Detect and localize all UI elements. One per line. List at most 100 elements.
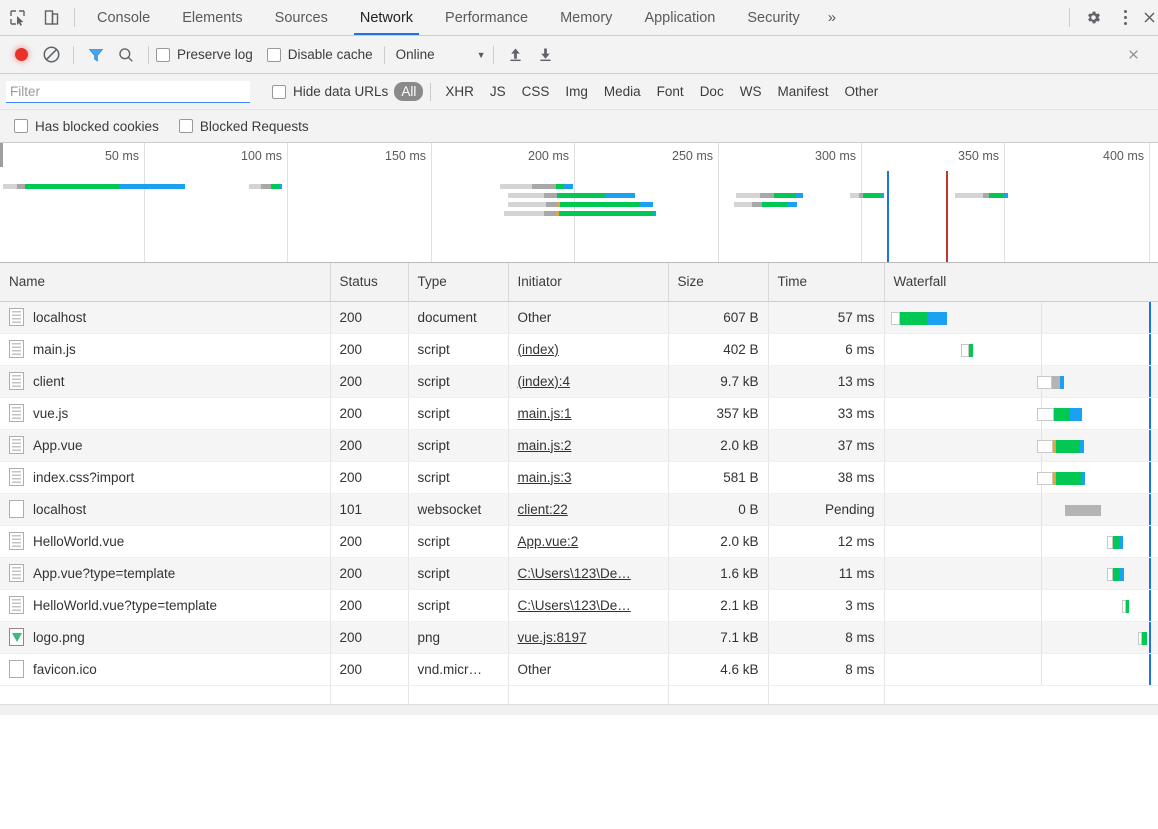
cell-name[interactable]: localhost xyxy=(0,493,331,526)
initiator-link[interactable]: client:22 xyxy=(518,502,568,517)
cell-name[interactable]: localhost xyxy=(0,301,331,334)
cell-waterfall[interactable] xyxy=(884,429,1158,462)
cell-initiator[interactable]: main.js:1 xyxy=(508,397,669,430)
preserve-log-checkbox[interactable]: Preserve log xyxy=(156,47,253,62)
cell-waterfall[interactable] xyxy=(884,525,1158,558)
table-row[interactable]: localhost 200 document Other 607 B 57 ms xyxy=(0,301,1158,334)
import-har-button[interactable] xyxy=(501,40,531,70)
tab-elements[interactable]: Elements xyxy=(166,0,258,35)
type-filter-css[interactable]: CSS xyxy=(515,82,557,101)
type-filter-media[interactable]: Media xyxy=(597,82,648,101)
tab-application[interactable]: Application xyxy=(628,0,731,35)
more-tabs-button[interactable]: » xyxy=(816,0,848,35)
hide-data-urls-checkbox[interactable]: Hide data URLs xyxy=(272,84,388,99)
blocked-requests-checkbox[interactable]: Blocked Requests xyxy=(178,119,309,134)
cell-name[interactable]: main.js xyxy=(0,333,331,366)
gear-icon[interactable] xyxy=(1076,0,1110,35)
column-header-waterfall[interactable]: Waterfall xyxy=(884,263,1158,302)
type-filter-img[interactable]: Img xyxy=(558,82,595,101)
tab-console[interactable]: Console xyxy=(81,0,166,35)
cell-name[interactable]: HelloWorld.vue xyxy=(0,525,331,558)
tab-performance[interactable]: Performance xyxy=(429,0,544,35)
cell-waterfall[interactable] xyxy=(884,397,1158,430)
search-button[interactable] xyxy=(111,40,141,70)
initiator-link[interactable]: App.vue:2 xyxy=(518,534,579,549)
device-toolbar-icon[interactable] xyxy=(34,0,68,35)
filter-funnel-button[interactable] xyxy=(81,40,111,70)
clear-button[interactable] xyxy=(36,40,66,70)
table-row[interactable]: localhost 101 websocket client:22 0 B Pending xyxy=(0,493,1158,526)
network-overview-timeline[interactable]: 50 ms 100 ms 150 ms 200 ms 250 ms 300 ms 350 m… xyxy=(0,143,1158,263)
has-blocked-cookies-checkbox[interactable]: Has blocked cookies xyxy=(14,119,159,134)
column-header-size[interactable]: Size xyxy=(668,263,769,302)
search-input[interactable] xyxy=(6,80,250,103)
cell-initiator[interactable]: main.js:2 xyxy=(508,429,669,462)
inspect-element-icon[interactable] xyxy=(0,0,34,35)
tab-network[interactable]: Network xyxy=(344,0,429,35)
table-row[interactable]: App.vue?type=template 200 script C:\Users\1… xyxy=(0,557,1158,590)
cell-initiator[interactable]: C:\Users\123\De… xyxy=(508,557,669,590)
cell-name[interactable]: App.vue?type=template xyxy=(0,557,331,590)
type-filter-manifest[interactable]: Manifest xyxy=(770,82,835,101)
cell-name[interactable]: App.vue xyxy=(0,429,331,462)
cell-name[interactable]: index.css?import xyxy=(0,461,331,494)
tab-memory[interactable]: Memory xyxy=(544,0,628,35)
column-header-time[interactable]: Time xyxy=(768,263,885,302)
initiator-link[interactable]: C:\Users\123\De… xyxy=(518,566,631,581)
cell-waterfall[interactable] xyxy=(884,589,1158,622)
table-row[interactable]: main.js 200 script (index) 402 B6 ms xyxy=(0,333,1158,366)
record-stop-button[interactable] xyxy=(6,40,36,70)
table-row[interactable]: HelloWorld.vue 200 script App.vue:2 2.0 kB 12… xyxy=(0,525,1158,558)
type-filter-other[interactable]: Other xyxy=(837,82,885,101)
type-filter-ws[interactable]: WS xyxy=(733,82,769,101)
initiator-link[interactable]: (index) xyxy=(518,342,559,357)
initiator-link[interactable]: (index):4 xyxy=(518,374,571,389)
horizontal-scrollbar[interactable] xyxy=(0,704,1158,715)
column-header-name[interactable]: Name xyxy=(0,263,331,302)
initiator-link[interactable]: main.js:3 xyxy=(518,470,572,485)
tab-security[interactable]: Security xyxy=(731,0,815,35)
kebab-menu-icon[interactable] xyxy=(1110,0,1140,35)
cell-name[interactable]: vue.js xyxy=(0,397,331,430)
column-header-initiator[interactable]: Initiator xyxy=(508,263,669,302)
table-row[interactable]: index.css?import 200 script main.js:3 581 B3… xyxy=(0,461,1158,494)
table-row[interactable]: favicon.ico 200 vnd.micr… Other 4.6 kB 8 ms xyxy=(0,653,1158,686)
type-filter-font[interactable]: Font xyxy=(650,82,691,101)
column-header-type[interactable]: Type xyxy=(408,263,509,302)
close-icon[interactable] xyxy=(1140,0,1158,35)
initiator-link[interactable]: main.js:2 xyxy=(518,438,572,453)
table-row[interactable]: App.vue 200 script main.js:2 2.0 kB 37 ms xyxy=(0,429,1158,462)
export-har-button[interactable] xyxy=(531,40,561,70)
cell-initiator[interactable]: C:\Users\123\De… xyxy=(508,589,669,622)
cell-waterfall[interactable] xyxy=(884,301,1158,334)
type-filter-all[interactable]: All xyxy=(394,82,424,101)
cell-name[interactable]: client xyxy=(0,365,331,398)
type-filter-doc[interactable]: Doc xyxy=(693,82,731,101)
initiator-link[interactable]: main.js:1 xyxy=(518,406,572,421)
cell-initiator[interactable]: vue.js:8197 xyxy=(508,621,669,654)
cell-initiator[interactable]: (index) xyxy=(508,333,669,366)
initiator-link[interactable]: C:\Users\123\De… xyxy=(518,598,631,613)
tab-sources[interactable]: Sources xyxy=(259,0,344,35)
type-filter-js[interactable]: JS xyxy=(483,82,513,101)
initiator-link[interactable]: vue.js:8197 xyxy=(518,630,587,645)
type-filter-xhr[interactable]: XHR xyxy=(438,82,481,101)
cell-waterfall[interactable] xyxy=(884,461,1158,494)
cell-waterfall[interactable] xyxy=(884,653,1158,686)
table-row[interactable]: logo.png 200 png vue.js:8197 7.1 kB 8 ms xyxy=(0,621,1158,654)
table-row[interactable]: HelloWorld.vue?type=template 200 script C:\… xyxy=(0,589,1158,622)
disable-cache-checkbox[interactable]: Disable cache xyxy=(266,47,373,62)
cell-initiator[interactable]: client:22 xyxy=(508,493,669,526)
table-row[interactable]: client 200 script (index):4 9.7 kB 13 ms xyxy=(0,365,1158,398)
throttling-select[interactable]: Online ▼ xyxy=(392,47,486,62)
toolbar-overflow-icon[interactable] xyxy=(1118,49,1152,60)
cell-waterfall[interactable] xyxy=(884,333,1158,366)
cell-name[interactable]: HelloWorld.vue?type=template xyxy=(0,589,331,622)
cell-initiator[interactable]: App.vue:2 xyxy=(508,525,669,558)
cell-waterfall[interactable] xyxy=(884,557,1158,590)
cell-name[interactable]: logo.png xyxy=(0,621,331,654)
cell-initiator[interactable]: (index):4 xyxy=(508,365,669,398)
table-row[interactable]: vue.js 200 script main.js:1 357 kB 33 ms xyxy=(0,397,1158,430)
cell-name[interactable]: favicon.ico xyxy=(0,653,331,686)
column-header-status[interactable]: Status xyxy=(330,263,409,302)
